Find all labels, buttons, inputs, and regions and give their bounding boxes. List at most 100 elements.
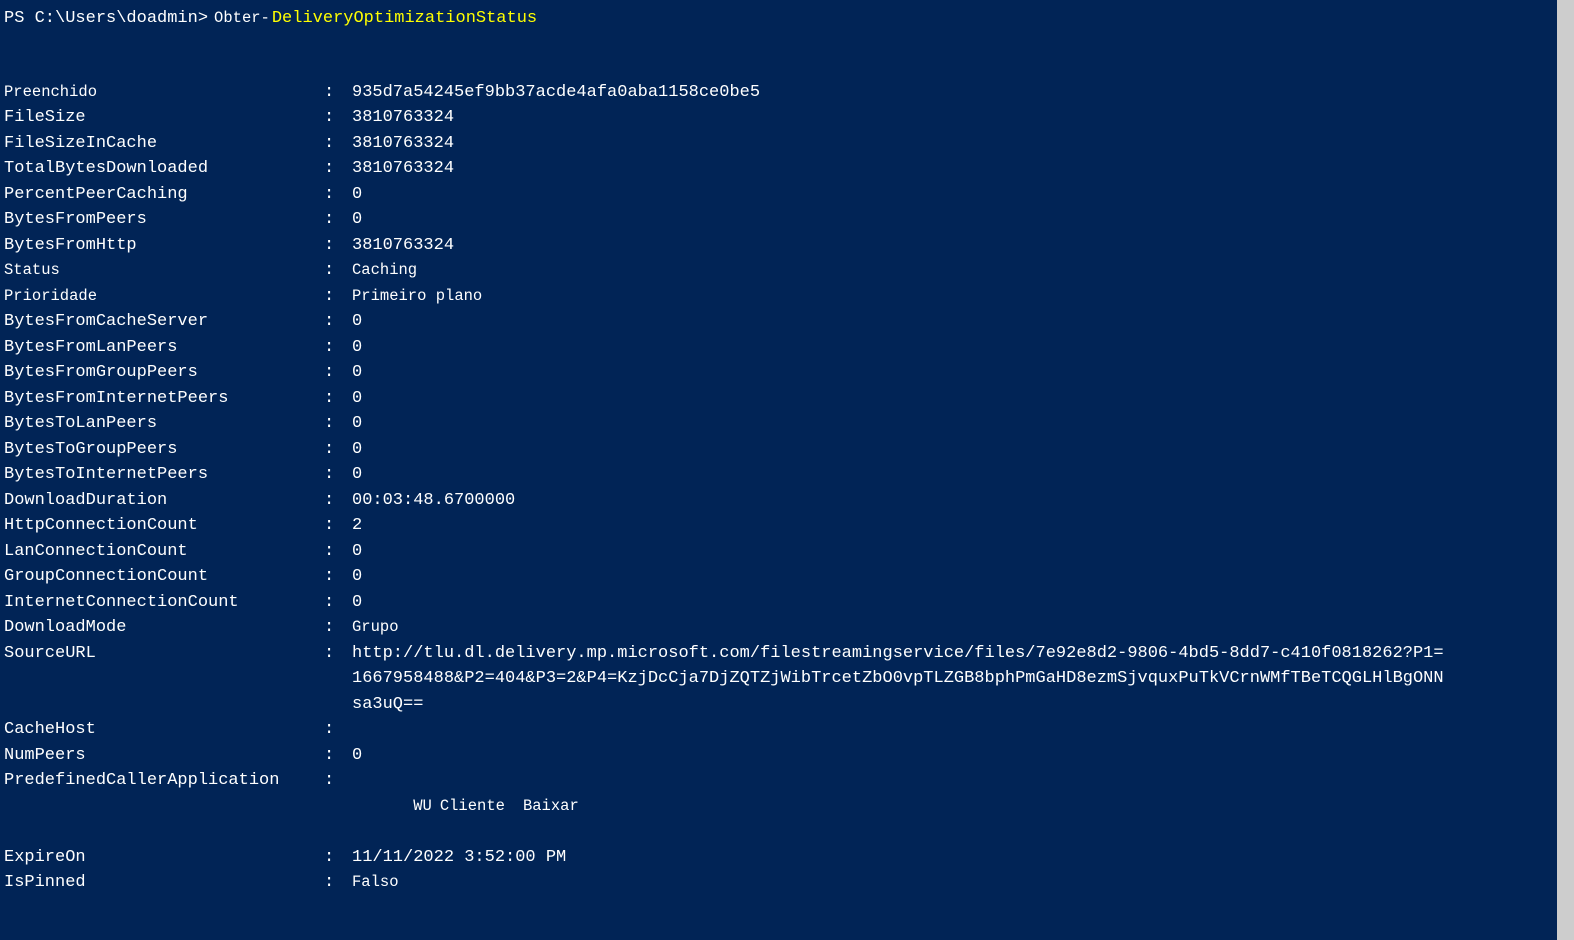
output-separator: : <box>324 309 352 335</box>
output-row-ispinned: IsPinned : Falso <box>4 870 1570 896</box>
output-row-expireon: ExpireOn : 11/11/2022 3:52:00 PM <box>4 845 1570 871</box>
output-separator: : <box>324 590 352 616</box>
output-row-lanconnectioncount: LanConnectionCount : 0 <box>4 539 1570 565</box>
output-separator: : <box>324 360 352 386</box>
output-value: 0 <box>352 360 362 386</box>
output-row-bytesfrominternetpeers: BytesFromInternetPeers : 0 <box>4 386 1570 412</box>
output-value: 3810763324 <box>352 131 454 157</box>
output-row-percentpeercaching: PercentPeerCaching : 0 <box>4 182 1570 208</box>
command-prefix: Obter- <box>214 7 270 30</box>
output-separator: : <box>324 258 352 284</box>
output-key: ExpireOn <box>4 845 324 871</box>
output-row-sourceurl: SourceURL : http://tlu.dl.delivery.mp.mi… <box>4 641 1570 718</box>
output-row-predefinedcallerapplication: PredefinedCallerApplication : WU Cliente B… <box>4 768 1570 845</box>
output-separator: : <box>324 207 352 233</box>
output-key: BytesFromHttp <box>4 233 324 259</box>
output-separator: : <box>324 80 352 106</box>
output-row-bytesfromgrouppeers: BytesFromGroupPeers : 0 <box>4 360 1570 386</box>
output-key: FileSize <box>4 105 324 131</box>
output-separator: : <box>324 437 352 463</box>
output-row-status: Status : Caching <box>4 258 1570 284</box>
output-key: Status <box>4 259 324 282</box>
pca-part3: Baixar <box>523 797 579 815</box>
output-row-bytestolanpeers: BytesToLanPeers : 0 <box>4 411 1570 437</box>
output-value: Primeiro plano <box>352 285 482 308</box>
output-row-filesizeincache: FileSizeInCache : 3810763324 <box>4 131 1570 157</box>
output-row-internetconnectioncount: InternetConnectionCount : 0 <box>4 590 1570 616</box>
output-row-downloadmode: DownloadMode : Grupo <box>4 615 1570 641</box>
output-key: BytesFromInternetPeers <box>4 386 324 412</box>
output-row-downloadduration: DownloadDuration : 00:03:48.6700000 <box>4 488 1570 514</box>
output-key: CacheHost <box>4 717 324 743</box>
output-row-numpeers: NumPeers : 0 <box>4 743 1570 769</box>
output-value: 935d7a54245ef9bb37acde4afa0aba1158ce0be5 <box>352 80 760 106</box>
output-row-groupconnectioncount: GroupConnectionCount : 0 <box>4 564 1570 590</box>
output-row-prioridade: Prioridade : Primeiro plano <box>4 284 1570 310</box>
output-separator: : <box>324 615 352 641</box>
output-row-cachehost: CacheHost : <box>4 717 1570 743</box>
scrollbar-thumb[interactable] <box>1557 0 1574 940</box>
output-separator: : <box>324 539 352 565</box>
output-separator: : <box>324 513 352 539</box>
output-row-httpconnectioncount: HttpConnectionCount : 2 <box>4 513 1570 539</box>
pca-part2: Cliente <box>440 797 505 815</box>
vertical-scrollbar[interactable] <box>1557 0 1574 940</box>
output-key: DownloadMode <box>4 615 324 641</box>
output-value: 11/11/2022 3:52:00 PM <box>352 845 566 871</box>
output-separator: : <box>324 411 352 437</box>
output-key: BytesToGroupPeers <box>4 437 324 463</box>
output-row-totalbytesdownloaded: TotalBytesDownloaded : 3810763324 <box>4 156 1570 182</box>
output-row-bytesfromlanpeers: BytesFromLanPeers : 0 <box>4 335 1570 361</box>
command-output: Preenchido : 935d7a54245ef9bb37acde4afa0… <box>4 80 1570 896</box>
output-separator: : <box>324 105 352 131</box>
output-separator: : <box>324 386 352 412</box>
output-value: 0 <box>352 386 362 412</box>
output-row-filesize: FileSize : 3810763324 <box>4 105 1570 131</box>
output-value: 0 <box>352 564 362 590</box>
output-key: GroupConnectionCount <box>4 564 324 590</box>
output-row-bytestointernetpeers: BytesToInternetPeers : 0 <box>4 462 1570 488</box>
output-value: Falso <box>352 871 399 894</box>
output-separator: : <box>324 564 352 590</box>
output-separator: : <box>324 743 352 769</box>
output-key: BytesFromPeers <box>4 207 324 233</box>
output-value: 0 <box>352 743 362 769</box>
output-key: PredefinedCallerApplication <box>4 768 324 794</box>
output-key: BytesToInternetPeers <box>4 462 324 488</box>
prompt-prefix: PS C:\Users\doadmin> <box>4 6 208 32</box>
pca-part1: WU <box>413 797 432 815</box>
output-key: BytesFromCacheServer <box>4 309 324 335</box>
output-value: 2 <box>352 513 362 539</box>
output-row-bytestogrouppeers: BytesToGroupPeers : 0 <box>4 437 1570 463</box>
output-key: HttpConnectionCount <box>4 513 324 539</box>
output-key: Preenchido <box>4 81 324 104</box>
output-value: 0 <box>352 590 362 616</box>
output-key: SourceURL <box>4 641 324 667</box>
output-value: 0 <box>352 182 362 208</box>
output-separator: : <box>324 845 352 871</box>
output-separator: : <box>324 768 352 794</box>
output-separator: : <box>324 335 352 361</box>
output-key: InternetConnectionCount <box>4 590 324 616</box>
output-value: 0 <box>352 207 362 233</box>
output-value: Caching <box>352 259 417 282</box>
output-value: WU Cliente Baixar <box>352 768 579 845</box>
output-separator: : <box>324 156 352 182</box>
output-value: 3810763324 <box>352 105 454 131</box>
output-row-bytesfromcacheserver: BytesFromCacheServer : 0 <box>4 309 1570 335</box>
output-value: 0 <box>352 437 362 463</box>
output-value: 0 <box>352 309 362 335</box>
output-value: http://tlu.dl.delivery.mp.microsoft.com/… <box>352 641 1452 718</box>
output-separator: : <box>324 488 352 514</box>
output-separator: : <box>324 641 352 667</box>
output-key: Prioridade <box>4 285 324 308</box>
output-key: DownloadDuration <box>4 488 324 514</box>
output-separator: : <box>324 284 352 310</box>
output-key: TotalBytesDownloaded <box>4 156 324 182</box>
output-value: Grupo <box>352 616 399 639</box>
prompt-line[interactable]: PS C:\Users\doadmin> Obter-DeliveryOptim… <box>4 6 1570 32</box>
output-separator: : <box>324 870 352 896</box>
output-separator: : <box>324 462 352 488</box>
output-key: PercentPeerCaching <box>4 182 324 208</box>
output-value: 0 <box>352 462 362 488</box>
